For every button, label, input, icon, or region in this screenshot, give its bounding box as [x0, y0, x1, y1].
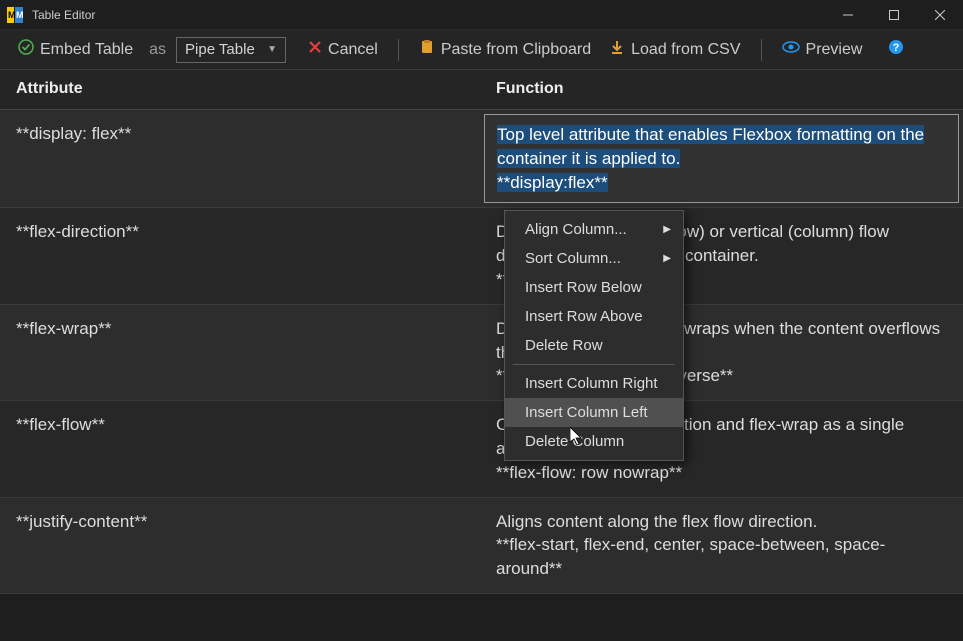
menu-item-label: Sort Column...: [525, 250, 621, 267]
menu-divider: [513, 364, 675, 365]
cancel-label: Cancel: [328, 41, 378, 59]
separator: [398, 39, 399, 61]
menu-item-insert-column-left[interactable]: Insert Column Left: [505, 398, 683, 427]
separator: [761, 39, 762, 61]
menu-item-label: Align Column...: [525, 221, 627, 238]
paste-label: Paste from Clipboard: [441, 41, 591, 59]
csv-label: Load from CSV: [631, 41, 740, 59]
combo-value: Pipe Table: [185, 41, 255, 58]
download-icon: [609, 39, 625, 60]
cancel-button[interactable]: Cancel: [302, 36, 384, 63]
window-title: Table Editor: [32, 8, 95, 22]
svg-text:M: M: [8, 10, 16, 20]
header-attribute[interactable]: Attribute: [0, 70, 480, 109]
chevron-down-icon: ▼: [267, 44, 277, 55]
titlebar: MM Table Editor: [0, 0, 963, 30]
svg-text:?: ?: [893, 42, 900, 54]
cell-attribute[interactable]: **flex-wrap**: [0, 305, 480, 400]
help-button[interactable]: ?: [882, 35, 910, 64]
help-icon: ?: [888, 39, 904, 60]
eye-icon: [782, 39, 800, 60]
minimize-button[interactable]: [825, 0, 871, 30]
chevron-right-icon: ▶: [663, 224, 671, 235]
table-mode-combo[interactable]: Pipe Table ▼: [176, 37, 286, 63]
table-row: **display: flex**Top level attribute tha…: [0, 110, 963, 208]
toolbar: Embed Table as Pipe Table ▼ Cancel Paste…: [0, 30, 963, 70]
menu-item-delete-column[interactable]: Delete Column: [505, 427, 683, 456]
cell-attribute[interactable]: **flex-flow**: [0, 401, 480, 496]
table-editor-grid: Attribute Function **display: flex**Top …: [0, 70, 963, 641]
cell-attribute[interactable]: **justify-content**: [0, 498, 480, 593]
load-csv-button[interactable]: Load from CSV: [603, 35, 746, 64]
table-row: **flex-wrap**Determines how content wrap…: [0, 305, 963, 401]
cell-attribute[interactable]: **display: flex**: [0, 110, 480, 207]
menu-item-insert-row-below[interactable]: Insert Row Below: [505, 273, 683, 302]
menu-item-label: Insert Column Left: [525, 404, 648, 421]
chevron-right-icon: ▶: [663, 253, 671, 264]
embed-label: Embed Table: [40, 41, 133, 59]
as-label: as: [145, 41, 170, 59]
maximize-button[interactable]: [871, 0, 917, 30]
app-icon: MM: [6, 6, 24, 24]
check-icon: [18, 39, 34, 60]
menu-item-label: Insert Row Above: [525, 308, 643, 325]
menu-item-insert-row-above[interactable]: Insert Row Above: [505, 302, 683, 331]
svg-text:M: M: [16, 10, 24, 20]
window-controls: [825, 0, 963, 30]
preview-label: Preview: [806, 41, 863, 59]
embed-table-button[interactable]: Embed Table: [12, 35, 139, 64]
x-icon: [308, 40, 322, 59]
header-function[interactable]: Function: [480, 70, 963, 109]
menu-item-delete-row[interactable]: Delete Row: [505, 331, 683, 360]
table-header-row: Attribute Function: [0, 70, 963, 110]
preview-button[interactable]: Preview: [776, 35, 869, 64]
close-button[interactable]: [917, 0, 963, 30]
menu-item-insert-column-right[interactable]: Insert Column Right: [505, 369, 683, 398]
table-row: **flex-flow**Combination of flex-directi…: [0, 401, 963, 497]
clipboard-icon: [419, 39, 435, 60]
table-row: **flex-direction**Determines horizontal …: [0, 208, 963, 304]
cell-function[interactable]: Aligns content along the flex flow direc…: [480, 498, 963, 593]
paste-clipboard-button[interactable]: Paste from Clipboard: [413, 35, 597, 64]
cell-attribute[interactable]: **flex-direction**: [0, 208, 480, 303]
menu-item-label: Insert Column Right: [525, 375, 658, 392]
table-row: **justify-content**Aligns content along …: [0, 498, 963, 594]
menu-item-sort-column[interactable]: Sort Column... ▶: [505, 244, 683, 273]
menu-item-label: Delete Row: [525, 337, 603, 354]
cell-function[interactable]: Top level attribute that enables Flexbox…: [484, 114, 959, 203]
menu-item-label: Insert Row Below: [525, 279, 642, 296]
menu-item-align-column[interactable]: Align Column... ▶: [505, 215, 683, 244]
context-menu: Align Column... ▶ Sort Column... ▶ Insert Ro…: [504, 210, 684, 461]
menu-item-label: Delete Column: [525, 433, 624, 450]
